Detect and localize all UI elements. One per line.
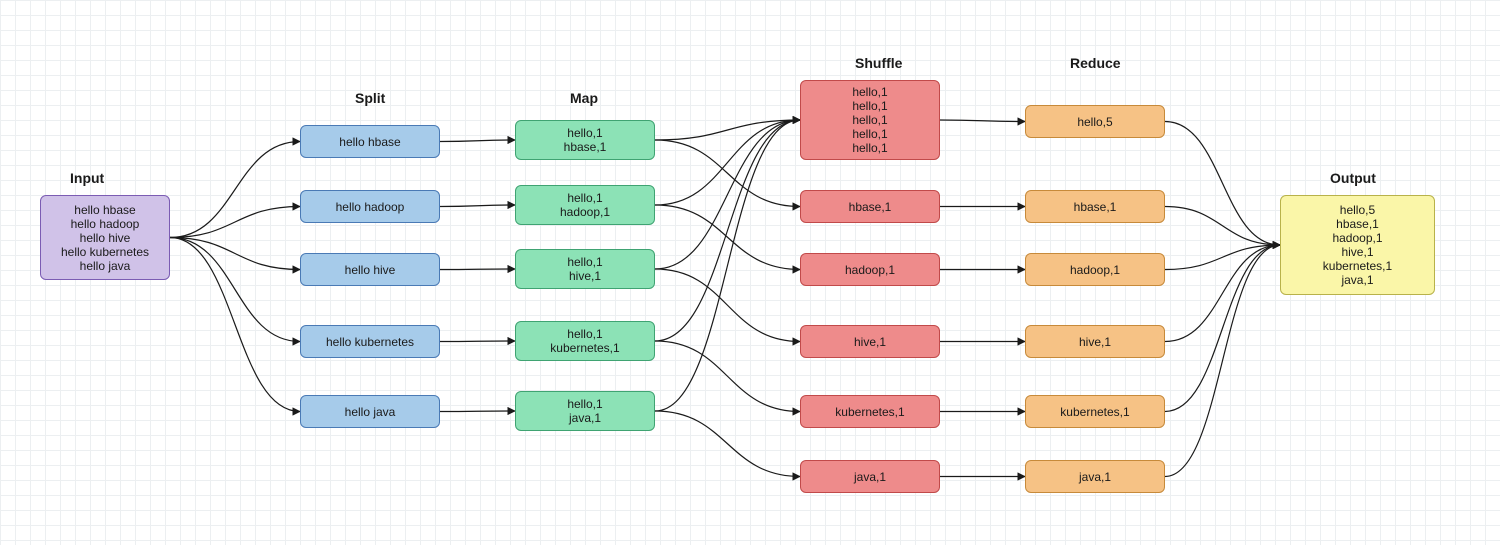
node-input: hello hbase hello hadoop hello hive hell… <box>40 195 170 280</box>
node-output: hello,5 hbase,1 hadoop,1 hive,1 kubernet… <box>1280 195 1435 295</box>
node-map2: hello,1 hive,1 <box>515 249 655 289</box>
edge-split4-map4 <box>440 411 515 412</box>
node-shuf0: hello,1 hello,1 hello,1 hello,1 hello,1 <box>800 80 940 160</box>
node-split4: hello java <box>300 395 440 428</box>
edge-split3-map3 <box>440 341 515 342</box>
edge-map1-shuf2 <box>655 205 800 270</box>
node-red4: kubernetes,1 <box>1025 395 1165 428</box>
node-map4: hello,1 java,1 <box>515 391 655 431</box>
edge-red2-output <box>1165 245 1280 270</box>
edge-map4-shuf5 <box>655 411 800 477</box>
node-shuf4: kubernetes,1 <box>800 395 940 428</box>
edge-map2-shuf3 <box>655 269 800 342</box>
edge-input-split0 <box>170 142 300 238</box>
edge-layer <box>0 0 1500 545</box>
node-split1: hello hadoop <box>300 190 440 223</box>
edge-input-split2 <box>170 238 300 270</box>
edge-map0-shuf1 <box>655 140 800 207</box>
node-shuf1: hbase,1 <box>800 190 940 223</box>
edge-map0-shuf0 <box>655 120 800 140</box>
edge-input-split4 <box>170 238 300 412</box>
stage-label-map: Map <box>570 90 598 106</box>
edge-shuf0-red0 <box>940 120 1025 122</box>
edge-red3-output <box>1165 245 1280 342</box>
node-map1: hello,1 hadoop,1 <box>515 185 655 225</box>
node-shuf2: hadoop,1 <box>800 253 940 286</box>
node-red5: java,1 <box>1025 460 1165 493</box>
edge-map3-shuf0 <box>655 120 800 341</box>
node-split2: hello hive <box>300 253 440 286</box>
edge-red4-output <box>1165 245 1280 412</box>
edge-split1-map1 <box>440 205 515 207</box>
node-split0: hello hbase <box>300 125 440 158</box>
node-red2: hadoop,1 <box>1025 253 1165 286</box>
stage-label-reduce: Reduce <box>1070 55 1121 71</box>
node-map3: hello,1 kubernetes,1 <box>515 321 655 361</box>
node-red0: hello,5 <box>1025 105 1165 138</box>
edge-map4-shuf0 <box>655 120 800 411</box>
edge-input-split1 <box>170 207 300 238</box>
stage-label-shuffle: Shuffle <box>855 55 902 71</box>
stage-label-output: Output <box>1330 170 1376 186</box>
edge-red5-output <box>1165 245 1280 477</box>
stage-label-split: Split <box>355 90 385 106</box>
node-split3: hello kubernetes <box>300 325 440 358</box>
stage-label-input: Input <box>70 170 104 186</box>
edge-map1-shuf0 <box>655 120 800 205</box>
edge-split2-map2 <box>440 269 515 270</box>
edge-red0-output <box>1165 122 1280 246</box>
node-map0: hello,1 hbase,1 <box>515 120 655 160</box>
edge-map3-shuf4 <box>655 341 800 412</box>
node-red3: hive,1 <box>1025 325 1165 358</box>
node-shuf3: hive,1 <box>800 325 940 358</box>
node-red1: hbase,1 <box>1025 190 1165 223</box>
edge-split0-map0 <box>440 140 515 142</box>
edge-input-split3 <box>170 238 300 342</box>
edge-map2-shuf0 <box>655 120 800 269</box>
edge-red1-output <box>1165 207 1280 246</box>
node-shuf5: java,1 <box>800 460 940 493</box>
